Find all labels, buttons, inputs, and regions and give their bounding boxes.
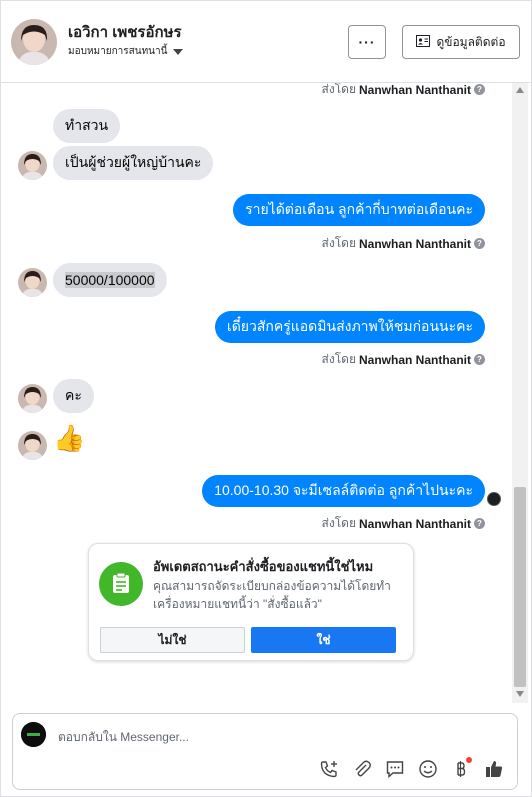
incoming-message[interactable]: 50000/100000 xyxy=(53,263,167,297)
sent-by-prefix: ส่งโดย xyxy=(321,83,356,96)
thumbs-up-icon[interactable]: 👍 xyxy=(53,423,85,454)
assign-label: มอบหมายการสนทนานี้ xyxy=(68,46,168,57)
order-status-prompt-card: อัพเดตสถานะคำสั่งซื้อของแชทนี้ใช่ไหม คุณ… xyxy=(88,543,414,661)
card-title: อัพเดตสถานะคำสั่งซื้อของแชทนี้ใช่ไหม xyxy=(153,559,374,574)
contact-name: เอวิกา เพชรอักษร xyxy=(68,24,182,41)
reply-composer: ตอบกลับใน Messenger... xyxy=(12,713,518,790)
sender-name: Nanwhan Nanthanit xyxy=(358,516,471,531)
view-contact-button[interactable]: ดูข้อมูลติดต่อ xyxy=(402,25,520,59)
sent-by-line: ส่งโดย Nanwhan Nanthanit ? xyxy=(322,83,485,99)
saved-replies-icon[interactable] xyxy=(383,757,406,780)
sender-name: Nanwhan Nanthanit xyxy=(358,352,471,367)
notification-dot xyxy=(466,757,472,763)
conversation-panel: เอวิกา เพชรอักษร มอบหมายการสนทนานี้ ··· … xyxy=(0,0,532,797)
payment-icon[interactable] xyxy=(449,757,472,780)
yes-button[interactable]: ใช่ xyxy=(251,627,396,653)
contact-avatar-small xyxy=(18,384,47,413)
message-list: ส่งโดย Nanwhan Nanthanit ? ทำสวน เป็นผู้… xyxy=(1,83,511,703)
help-icon[interactable]: ? xyxy=(474,238,485,249)
order-icon xyxy=(99,562,143,606)
contact-avatar-small xyxy=(18,431,47,460)
sender-name: Nanwhan Nanthanit xyxy=(358,83,471,97)
help-icon[interactable]: ? xyxy=(474,354,485,365)
outgoing-message[interactable]: รายได้ต่อเดือน ลูกค้ากี่บาทต่อเดือนคะ xyxy=(233,194,485,226)
card-body: คุณสามารถจัดระเบียบกล่องข้อความได้โดยทำเ… xyxy=(153,579,391,611)
call-icon[interactable] xyxy=(317,757,340,780)
assign-conversation-dropdown[interactable]: มอบหมายการสนทนานี้ xyxy=(68,44,184,59)
sent-by-prefix: ส่งโดย xyxy=(321,516,356,530)
selected-text: 50000/100000 xyxy=(65,272,155,288)
attachment-icon[interactable] xyxy=(350,757,373,780)
read-receipt-avatar xyxy=(487,492,501,506)
like-send-icon[interactable] xyxy=(482,757,505,780)
scroll-down-arrow-icon[interactable] xyxy=(516,691,524,697)
caret-down-icon xyxy=(173,48,184,55)
sent-by-prefix: ส่งโดย xyxy=(321,236,356,250)
sent-by-line: ส่งโดย Nanwhan Nanthanit ? xyxy=(322,234,485,253)
contact-avatar[interactable] xyxy=(11,19,57,65)
composer-toolbar xyxy=(317,757,505,780)
help-icon[interactable]: ? xyxy=(474,518,485,529)
contact-avatar-small xyxy=(18,151,47,180)
sender-name: Nanwhan Nanthanit xyxy=(358,236,471,251)
incoming-message[interactable]: เป็นผู้ช่วยผู้ใหญ่บ้านคะ xyxy=(53,146,214,180)
reply-input[interactable]: ตอบกลับใน Messenger... xyxy=(58,728,189,747)
help-icon[interactable]: ? xyxy=(474,84,485,95)
scrollbar-thumb[interactable] xyxy=(514,487,526,687)
outgoing-message[interactable]: 10.00-10.30 จะมีเซลล์ติดต่อ ลูกค้าไปนะคะ xyxy=(202,475,485,507)
scroll-up-arrow-icon[interactable] xyxy=(516,87,524,93)
no-button[interactable]: ไม่ใช่ xyxy=(100,627,245,653)
emoji-icon[interactable] xyxy=(416,757,439,780)
page-avatar xyxy=(21,722,46,747)
incoming-message[interactable]: ทำสวน xyxy=(53,109,121,143)
view-contact-label: ดูข้อมูลติดต่อ xyxy=(436,34,506,49)
conversation-header: เอวิกา เพชรอักษร มอบหมายการสนทนานี้ ··· … xyxy=(1,1,531,83)
contact-card-icon xyxy=(416,34,431,50)
outgoing-message[interactable]: เดี๋ยวสักครู่แอดมินส่งภาพให้ชมก่อนนะคะ xyxy=(214,311,485,343)
more-options-button[interactable]: ··· xyxy=(348,25,386,59)
sent-by-line: ส่งโดย Nanwhan Nanthanit ? xyxy=(322,350,485,369)
contact-avatar-small xyxy=(18,268,47,297)
sent-by-line: ส่งโดย Nanwhan Nanthanit ? xyxy=(322,514,485,533)
message-scrollbar[interactable] xyxy=(512,83,528,703)
sent-by-prefix: ส่งโดย xyxy=(321,352,356,366)
incoming-message[interactable]: คะ xyxy=(53,379,94,413)
